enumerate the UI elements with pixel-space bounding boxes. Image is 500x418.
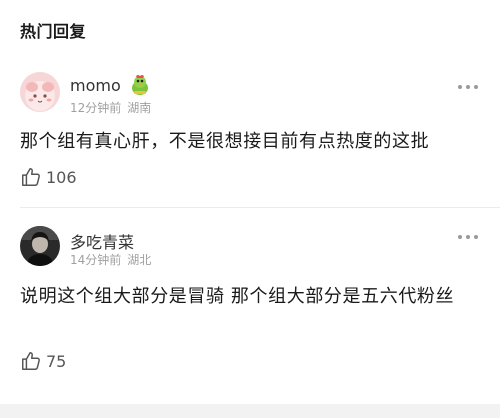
divider bbox=[20, 207, 500, 208]
like-button[interactable]: 106 bbox=[20, 166, 77, 188]
location: 湖南 bbox=[127, 101, 152, 115]
comment-text: 说明这个组大部分是冒骑 那个组大部分是五六代粉丝 bbox=[20, 286, 455, 307]
like-button[interactable]: 75 bbox=[20, 350, 66, 372]
timestamp: 12分钟前 bbox=[70, 101, 122, 115]
username[interactable]: 多吃青菜 bbox=[70, 229, 134, 253]
username[interactable]: momo bbox=[70, 76, 121, 95]
timestamp: 14分钟前 bbox=[70, 253, 122, 267]
more-options-icon[interactable] bbox=[458, 82, 480, 92]
like-count: 75 bbox=[46, 351, 67, 371]
dark-photo-avatar-icon bbox=[20, 226, 60, 266]
pink-cartoon-avatar-icon bbox=[20, 72, 60, 112]
comment-meta: 12分钟前 湖南 bbox=[70, 99, 151, 116]
location: 湖北 bbox=[127, 253, 152, 267]
avatar[interactable] bbox=[20, 226, 60, 266]
thumbs-up-icon bbox=[22, 352, 40, 370]
section-title: 热门回复 bbox=[20, 22, 87, 41]
thumbs-up-icon bbox=[22, 168, 40, 186]
avatar[interactable] bbox=[20, 72, 60, 112]
more-options-icon[interactable] bbox=[458, 232, 480, 242]
comment-meta: 14分钟前 湖北 bbox=[70, 251, 151, 268]
green-chick-badge-icon bbox=[128, 73, 152, 101]
comment-text: 那个组有真心肝，不是很想接目前有点热度的这批 bbox=[20, 131, 430, 152]
bottom-separator-bar bbox=[0, 404, 500, 418]
like-count: 106 bbox=[46, 167, 77, 187]
